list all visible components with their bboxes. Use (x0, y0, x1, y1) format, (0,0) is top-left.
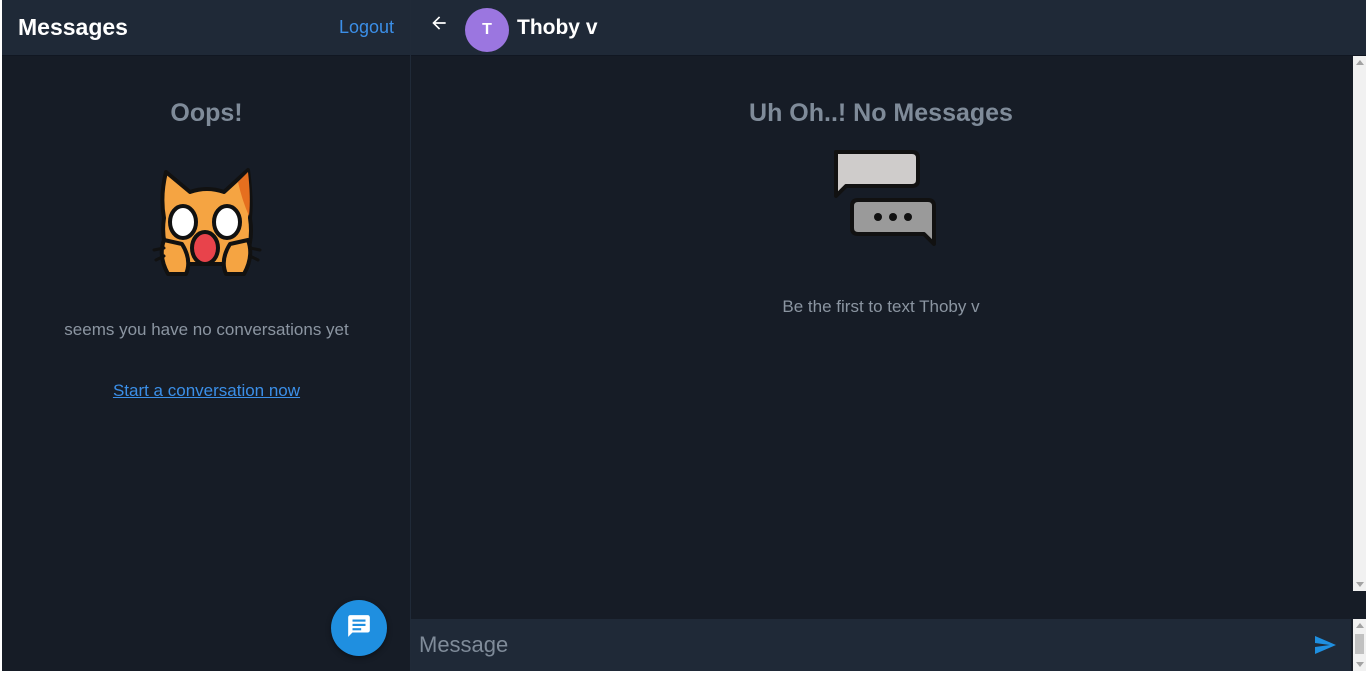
arrow-left-icon[interactable] (429, 13, 449, 33)
chat-header: T Thoby v (411, 0, 1366, 56)
scroll-down-icon[interactable] (1356, 582, 1364, 587)
messages-scrollbar[interactable] (1353, 56, 1366, 591)
shocked-cat-icon (152, 160, 262, 280)
scrollbar-thumb[interactable] (1355, 634, 1364, 654)
scroll-down-icon[interactable] (1356, 662, 1364, 667)
scroll-up-icon[interactable] (1356, 60, 1364, 65)
speech-bubbles-icon (826, 148, 936, 248)
composer-scrollbar[interactable] (1353, 619, 1366, 671)
no-messages-hint: Be the first to text Thoby v (782, 297, 980, 316)
message-composer (411, 619, 1351, 671)
chat-message-icon (346, 613, 372, 644)
messages-list: Uh Oh..! No Messages Be the first to tex… (411, 56, 1351, 591)
message-input[interactable] (411, 619, 1305, 671)
send-icon (1315, 636, 1336, 654)
logout-link[interactable]: Logout (339, 17, 394, 38)
avatar[interactable]: T (465, 7, 509, 52)
new-chat-button[interactable] (331, 600, 387, 656)
scroll-up-icon[interactable] (1356, 623, 1364, 628)
start-conversation-link[interactable]: Start a conversation now (113, 381, 300, 401)
no-messages-title: Uh Oh..! No Messages (749, 99, 1013, 127)
chat-panel: T Thoby v Uh Oh..! No Messages Be the fi… (411, 0, 1366, 671)
no-conversations-empty-state: Oops! seems you have no conversations ye… (2, 56, 411, 401)
messaging-app: Messages Logout Oops! seems you have no … (2, 0, 1366, 671)
empty-state-message: seems you have no conversations yet (64, 320, 349, 339)
empty-state-title: Oops! (170, 99, 243, 127)
send-button[interactable] (1305, 625, 1345, 665)
conversations-sidebar: Messages Logout Oops! seems you have no … (2, 0, 411, 671)
sidebar-header: Messages Logout (2, 0, 410, 56)
sidebar-title: Messages (18, 14, 128, 40)
contact-name: Thoby v (517, 15, 598, 39)
